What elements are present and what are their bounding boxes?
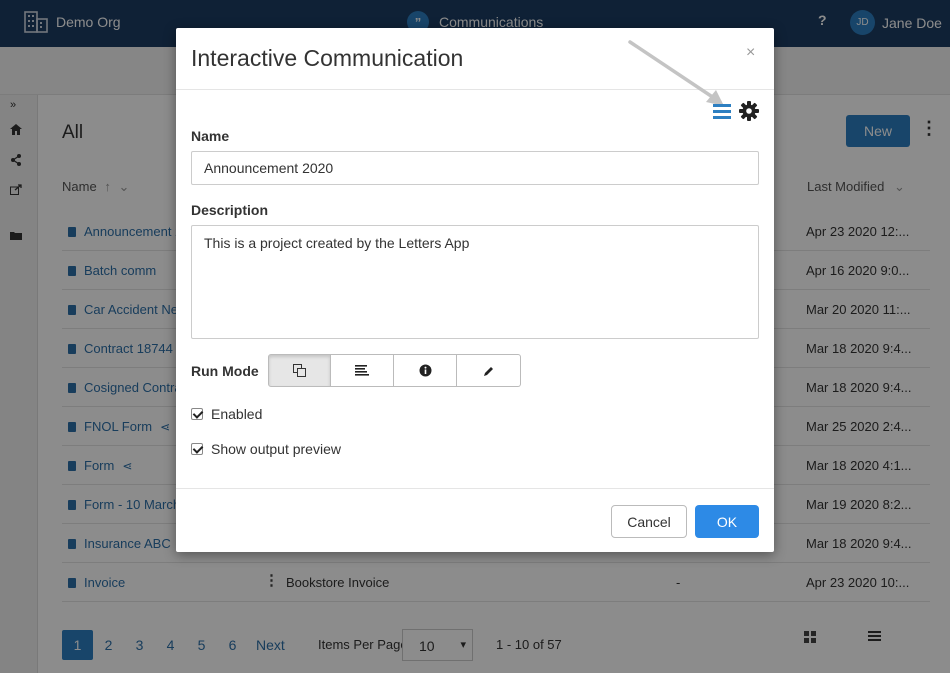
pencil-icon <box>483 366 493 376</box>
description-field[interactable]: This is a project created by the Letters… <box>191 225 759 339</box>
description-label: Description <box>191 202 269 218</box>
name-field[interactable] <box>191 151 759 185</box>
close-icon[interactable]: × <box>746 44 755 62</box>
enabled-label: Enabled <box>211 406 263 422</box>
gear-icon[interactable] <box>739 101 759 121</box>
output-preview-label: Show output preview <box>211 441 341 457</box>
name-label: Name <box>191 128 230 144</box>
annotation-arrow-icon <box>628 40 724 106</box>
run-mode-text-button[interactable] <box>331 354 394 387</box>
enabled-checkbox[interactable] <box>191 408 203 420</box>
interactive-communication-dialog: Interactive Communication × Name Descrip… <box>176 28 774 552</box>
enabled-checkbox-row[interactable]: Enabled <box>191 406 262 422</box>
cancel-button[interactable]: Cancel <box>611 505 687 538</box>
ok-button[interactable]: OK <box>695 505 759 538</box>
copy-icon <box>293 364 306 377</box>
output-preview-checkbox-row[interactable]: Show output preview <box>191 441 341 457</box>
run-mode-edit-button[interactable] <box>457 354 521 387</box>
dialog-title: Interactive Communication <box>191 45 464 71</box>
menu-icon[interactable] <box>713 104 731 120</box>
align-left-icon <box>355 365 369 376</box>
run-mode-copy-button[interactable] <box>268 354 331 387</box>
run-mode-label: Run Mode <box>191 363 259 379</box>
run-mode-info-button[interactable] <box>394 354 457 387</box>
output-preview-checkbox[interactable] <box>191 443 203 455</box>
dialog-footer: Cancel OK <box>176 488 774 552</box>
info-icon <box>419 364 431 377</box>
